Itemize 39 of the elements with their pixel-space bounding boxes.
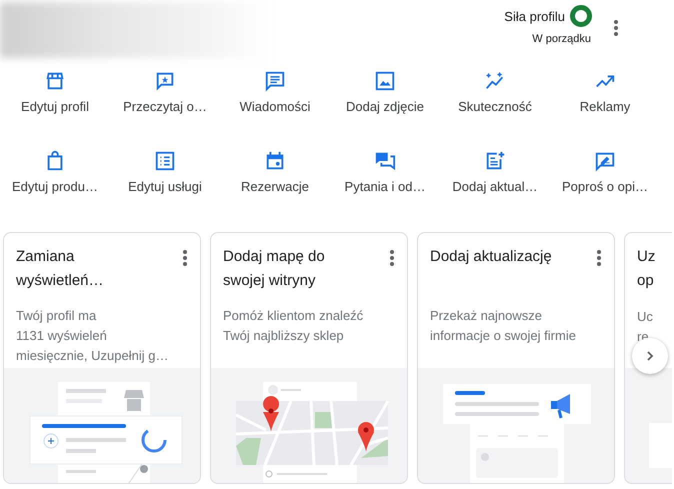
action-button[interactable]: Edytuj produ… — [0, 150, 110, 194]
more-icon[interactable] — [389, 249, 395, 267]
profile-strength-status: W porządku — [532, 33, 591, 45]
action-button[interactable]: Reklamy — [550, 70, 660, 114]
calendar-icon — [264, 150, 286, 172]
more-icon[interactable] — [596, 249, 602, 267]
list-icon — [154, 150, 176, 172]
more-icon[interactable] — [182, 249, 188, 267]
action-button[interactable]: Wiadomości — [220, 70, 330, 114]
action-button[interactable]: Edytuj profil — [0, 70, 110, 114]
request-icon — [594, 150, 616, 172]
post-icon — [484, 150, 506, 172]
action-button[interactable]: Dodaj zdjęcie — [330, 70, 440, 114]
card-title: Uz op — [637, 247, 656, 291]
action-button[interactable]: Edytuj usługi — [110, 150, 220, 194]
card-title: Zamiana wyświetleń… — [16, 247, 104, 291]
strength-ring-icon — [569, 4, 593, 28]
performance-icon — [484, 70, 506, 92]
suggestion-card[interactable]: Zamiana wyświetleń… Twój profil ma 1131 wyświeleń miesięcznie, Uzupełnij g… — [3, 232, 201, 484]
suggestion-card[interactable]: Dodaj aktualizację Przekaż najnowsze informacje o swojej firmie — [417, 232, 615, 484]
action-button[interactable]: Przeczytaj o… — [110, 70, 220, 114]
action-button[interactable]: Poproś o opi… — [550, 150, 660, 194]
profile-strength-label: Siła profilu — [504, 8, 565, 24]
messages-icon — [264, 70, 286, 92]
card-description: Twój profil ma 1131 wyświeleń miesięcznie, Uzupełnij g… — [15, 306, 170, 365]
card-title: Dodaj aktualizację — [430, 247, 552, 267]
card-description: Przekaż najnowsze informacje o swojej firmie — [429, 306, 577, 345]
review-icon — [154, 70, 176, 92]
qa-icon — [374, 150, 396, 172]
action-button[interactable]: Rezerwacje — [220, 150, 330, 194]
action-button[interactable]: Skuteczność — [440, 70, 550, 114]
photo-icon — [374, 70, 396, 92]
action-button[interactable]: Dodaj aktual… — [440, 150, 550, 194]
more-icon[interactable] — [613, 19, 619, 37]
store-icon — [44, 70, 66, 92]
card-description: Pomóż klientom znaleźć Twój najbliższy sklep — [222, 306, 364, 345]
card-title: Dodaj mapę do swojej witryny — [223, 247, 325, 291]
suggestion-card[interactable]: Dodaj mapę do swojej witryny Pomóż klientom znaleźć Twój najbliższy sklep — [210, 232, 408, 484]
action-button[interactable]: Pytania i od… — [330, 150, 440, 194]
